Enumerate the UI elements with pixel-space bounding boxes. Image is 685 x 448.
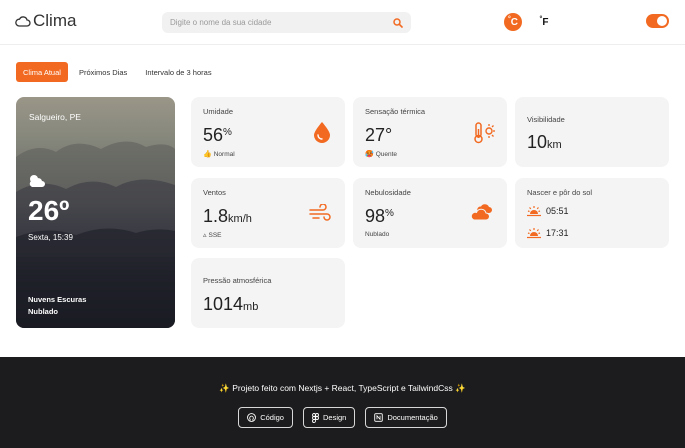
wind-number: 1.8 [203,206,229,226]
celsius-button[interactable]: ° C [504,13,522,31]
notion-icon [374,413,384,422]
feels-like-value: 27° [365,125,393,145]
logo[interactable]: Clima [15,11,76,31]
github-icon [247,413,257,422]
theme-toggle[interactable] [646,14,669,28]
city-name: Salgueiro, PE [29,112,81,122]
logo-text: Clima [33,11,77,30]
celsius-label: C [510,16,519,28]
search-input[interactable] [170,18,393,27]
humidity-note: 👍 Normal [203,150,235,159]
feels-like-note: 🥵 Quente [365,150,398,159]
documentation-button[interactable]: Documentação [365,407,447,428]
clouds-icon [470,203,495,226]
feels-like-title: Sensação térmica [365,107,426,116]
pressure-card: Pressão atmosférica 1014mb [191,258,345,328]
visibility-unit: km [547,139,562,151]
search-icon[interactable] [393,17,403,28]
thumbs-up-icon: 👍 [203,151,212,158]
humidity-title: Umidade [203,107,234,116]
current-temperature: 26º [28,195,70,226]
cloudiness-value: 98% [365,206,394,227]
sunrise-icon [527,206,541,217]
pressure-unit: mb [243,301,259,313]
cloudiness-title: Nebulosidade [365,188,411,197]
wind-icon [309,203,331,227]
visibility-value: 10km [527,132,562,153]
header: Clima °C °F [0,0,685,45]
cloudiness-card: Nebulosidade 98% Nublado [353,178,507,248]
code-button[interactable]: Código [238,407,293,428]
pressure-number: 1014 [203,294,244,314]
documentation-button-label: Documentação [387,413,438,422]
direction-arrow-icon: ▵ [203,232,207,239]
sunset-row: 17:31 [527,227,569,239]
weather-condition: Nublado [28,307,58,316]
cloudiness-unit: % [385,208,394,219]
toggle-knob [657,16,667,26]
humidity-value: 56% [203,125,232,146]
weather-description: Nuvens Escuras [28,295,87,304]
degree-symbol: ° [507,15,511,23]
fahrenheit-label: F [542,16,549,28]
pressure-title: Pressão atmosférica [203,276,272,285]
current-weather-card: Salgueiro, PE 26º Sexta, 15:39 Nuvens Es… [16,97,175,328]
sun-title: Nascer e pôr do sol [527,188,593,197]
fahrenheit-button[interactable]: ° F [535,13,553,31]
wind-card: Ventos 1.8km/h ▵ SSE [191,178,345,248]
footer-tagline: ✨ Projeto feito com Nextjs + React, Type… [219,383,466,393]
footer: ✨ Projeto feito com Nextjs + React, Type… [0,357,685,448]
footer-links: Código Design Documentação [0,407,685,428]
sunrise-time: 05:51 [546,206,569,216]
wind-note: ▵ SSE [203,231,222,240]
visibility-title: Visibilidade [527,115,565,124]
cloudiness-number: 98 [365,206,386,226]
hot-icon: 🥵 [365,151,374,158]
wind-value: 1.8km/h [203,206,252,227]
current-datetime: Sexta, 15:39 [28,233,73,242]
water-drop-icon [313,121,331,148]
design-button-label: Design [322,413,347,422]
cloud-logo-icon [15,16,31,27]
tab-next-days[interactable]: Próximos Dias [72,62,134,82]
wind-title: Ventos [203,188,226,197]
humidity-note-text: Normal [213,150,235,158]
design-button[interactable]: Design [302,407,356,428]
feels-like-note-text: Quente [375,150,398,158]
sunrise-sunset-card: Nascer e pôr do sol 05:51 17:31 [515,178,669,248]
wind-unit: km/h [228,213,252,225]
wind-direction: SSE [208,231,222,239]
humidity-unit: % [223,127,232,138]
tab-bar: Clima Atual Próximos Dias Intervalo de 3… [16,62,223,82]
sunset-icon [527,228,541,239]
thermometer-sun-icon [473,121,495,150]
visibility-card: Visibilidade 10km [515,97,669,167]
cloud-icon [28,174,46,193]
degree-symbol: ° [539,15,543,23]
search-bar[interactable] [162,12,411,33]
humidity-number: 56 [203,125,224,145]
cloudiness-note: Nublado [365,231,390,238]
sunset-time: 17:31 [546,228,569,238]
pressure-value: 1014mb [203,294,258,315]
tab-3-hour-interval[interactable]: Intervalo de 3 horas [138,62,218,82]
sunrise-row: 05:51 [527,205,569,217]
figma-icon [312,412,319,423]
humidity-card: Umidade 56% 👍 Normal [191,97,345,167]
tab-current-weather[interactable]: Clima Atual [16,62,68,82]
visibility-number: 10 [527,132,548,152]
code-button-label: Código [260,413,284,422]
feels-like-card: Sensação térmica 27° 🥵 Quente [353,97,507,167]
